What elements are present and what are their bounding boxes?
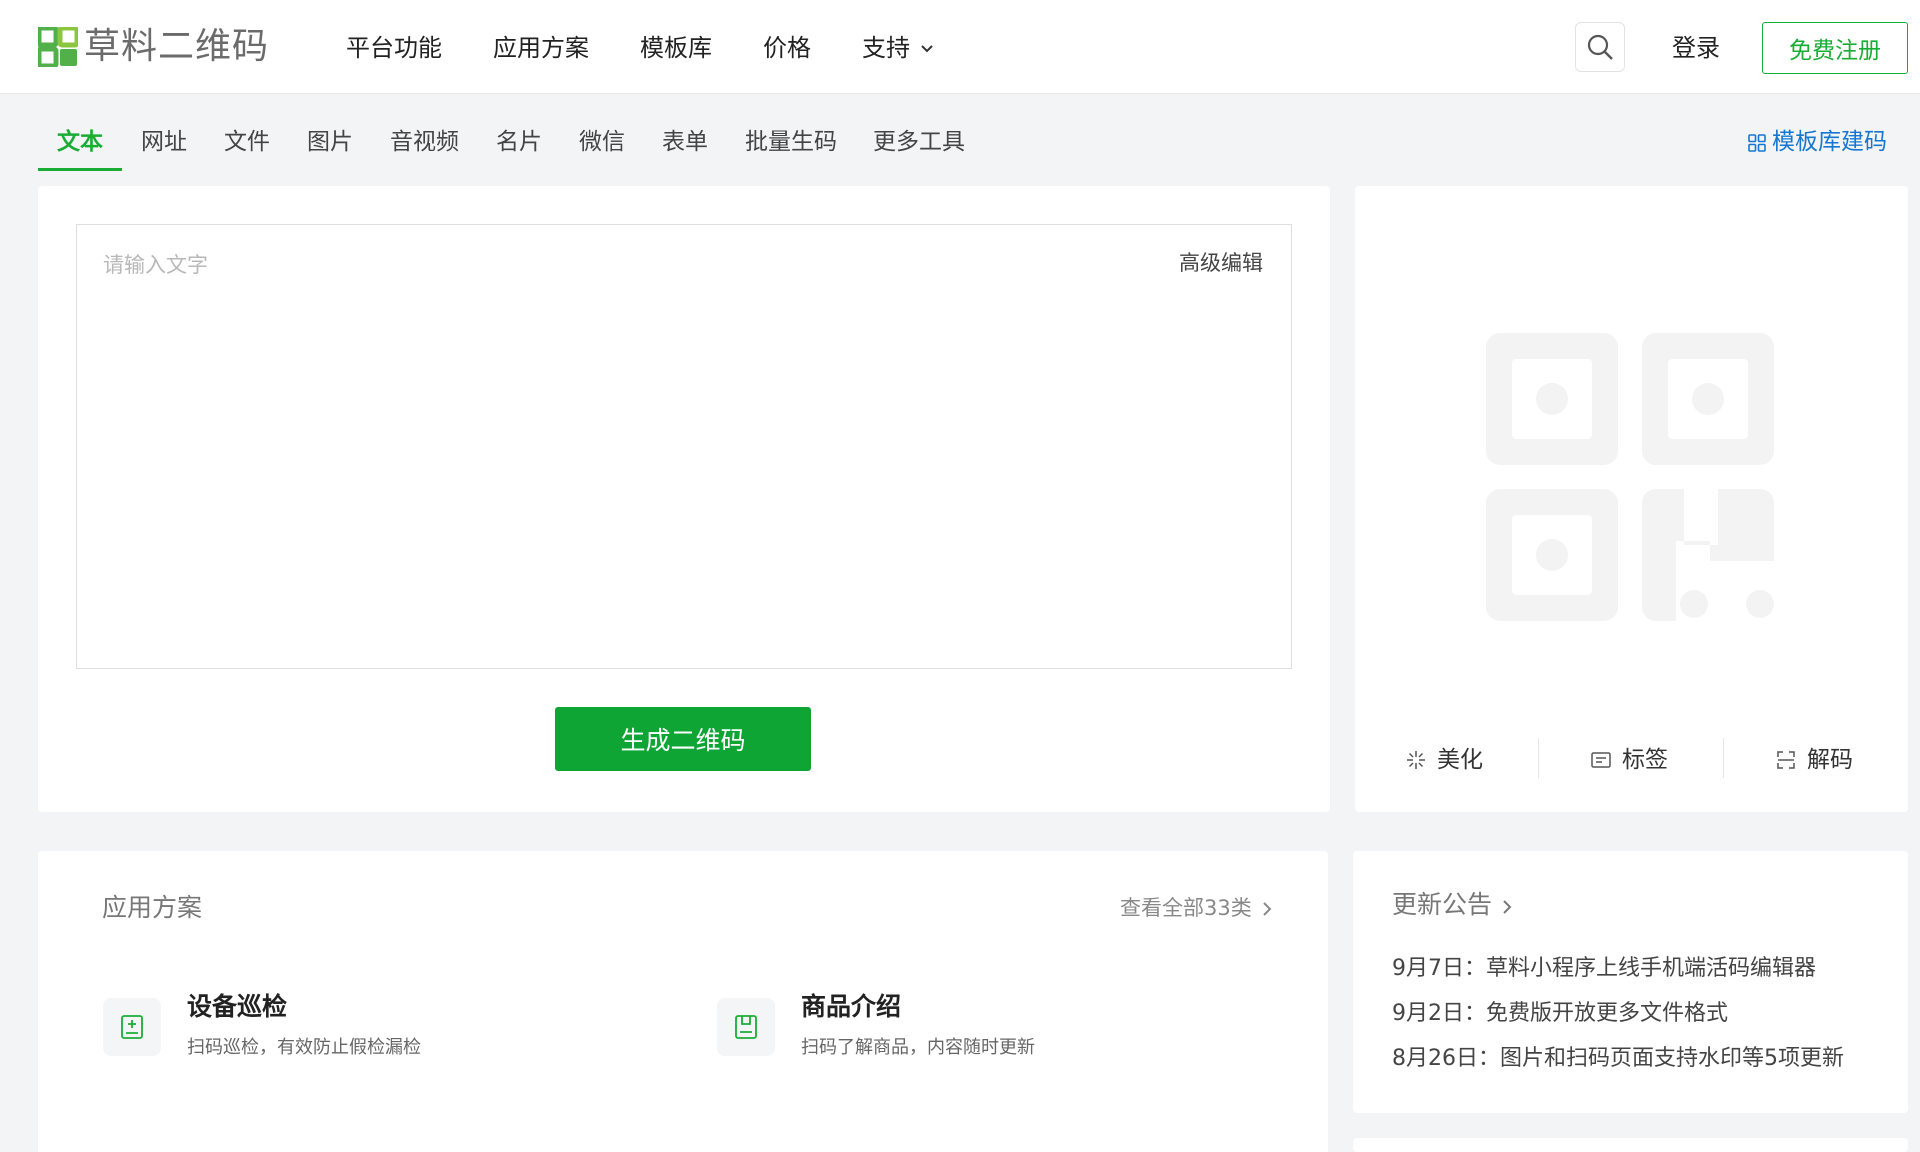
- tab-image[interactable]: 图片: [307, 126, 353, 158]
- tab-batch[interactable]: 批量生码: [745, 126, 837, 158]
- solution-desc: 扫码巡检，有效防止假检漏检: [187, 1037, 421, 1058]
- top-navbar: 草料二维码 平台功能 应用方案 模板库 价格 支持 登录 免费注册: [0, 0, 1920, 94]
- beautify-label: 美化: [1437, 747, 1483, 773]
- grid-icon: [1748, 134, 1766, 152]
- beautify-tool[interactable]: 美化: [1405, 744, 1483, 776]
- tab-text[interactable]: 文本: [57, 126, 103, 158]
- announcement-item[interactable]: 9月7日：草料小程序上线手机端活码编辑器: [1392, 954, 1816, 984]
- text-input[interactable]: [77, 225, 1291, 668]
- nav-templates[interactable]: 模板库: [640, 32, 712, 64]
- solution-title[interactable]: 设备巡检: [187, 990, 287, 1024]
- sparkle-icon: [1407, 751, 1425, 769]
- next-card-edge: [1353, 1138, 1908, 1152]
- advanced-edit-link[interactable]: 高级编辑: [1179, 249, 1263, 277]
- nav-support-label: 支持: [862, 34, 910, 62]
- tab-file[interactable]: 文件: [224, 126, 270, 158]
- nav-platform-features[interactable]: 平台功能: [346, 32, 442, 64]
- label-tool[interactable]: 标签: [1590, 744, 1668, 776]
- solution-desc: 扫码了解商品，内容随时更新: [801, 1037, 1035, 1058]
- search-button[interactable]: [1575, 22, 1625, 72]
- brand-name[interactable]: 草料二维码: [84, 24, 269, 70]
- template-create-link[interactable]: 模板库建码: [1748, 126, 1887, 158]
- product-icon: [717, 998, 775, 1056]
- label-tool-label: 标签: [1622, 747, 1668, 773]
- tool-divider: [1723, 738, 1724, 778]
- login-link[interactable]: 登录: [1672, 32, 1720, 64]
- decode-tool[interactable]: 解码: [1775, 744, 1853, 776]
- tab-more-tools[interactable]: 更多工具: [873, 126, 965, 158]
- device-icon: [103, 998, 161, 1056]
- chevron-right-icon: [1503, 900, 1512, 914]
- decode-label: 解码: [1807, 747, 1853, 773]
- active-tab-indicator: [38, 168, 122, 171]
- chevron-down-icon: [921, 45, 933, 53]
- template-link-label: 模板库建码: [1772, 129, 1887, 155]
- nav-solutions[interactable]: 应用方案: [493, 32, 589, 64]
- announcements-label: 更新公告: [1392, 890, 1493, 919]
- label-icon: [1591, 752, 1611, 768]
- editor-card: 高级编辑 生成二维码: [38, 186, 1330, 812]
- logo-icon[interactable]: [38, 27, 78, 67]
- tab-url[interactable]: 网址: [141, 126, 187, 158]
- announcements-title[interactable]: 更新公告: [1392, 888, 1512, 922]
- see-all-solutions-link[interactable]: 查看全部33类: [1120, 893, 1272, 923]
- nav-pricing[interactable]: 价格: [763, 32, 811, 64]
- register-button[interactable]: 免费注册: [1762, 22, 1908, 74]
- tab-form[interactable]: 表单: [662, 126, 708, 158]
- solution-title[interactable]: 商品介绍: [801, 990, 901, 1024]
- tab-business-card[interactable]: 名片: [496, 126, 542, 158]
- solutions-title: 应用方案: [102, 893, 203, 922]
- generate-qr-button[interactable]: 生成二维码: [555, 707, 811, 771]
- tool-divider: [1538, 738, 1539, 778]
- text-input-area: 高级编辑: [76, 224, 1292, 669]
- search-icon: [1587, 34, 1613, 60]
- nav-support[interactable]: 支持: [862, 32, 934, 64]
- qr-placeholder-icon: [1486, 333, 1774, 621]
- scan-icon: [1777, 751, 1795, 769]
- tab-audio-video[interactable]: 音视频: [390, 126, 459, 158]
- tab-wechat[interactable]: 微信: [579, 126, 625, 158]
- announcement-item[interactable]: 8月26日：图片和扫码页面支持水印等5项更新: [1392, 1044, 1844, 1074]
- announcement-item[interactable]: 9月2日：免费版开放更多文件格式: [1392, 999, 1728, 1029]
- chevron-right-icon: [1263, 902, 1272, 916]
- see-all-label: 查看全部33类: [1120, 896, 1252, 920]
